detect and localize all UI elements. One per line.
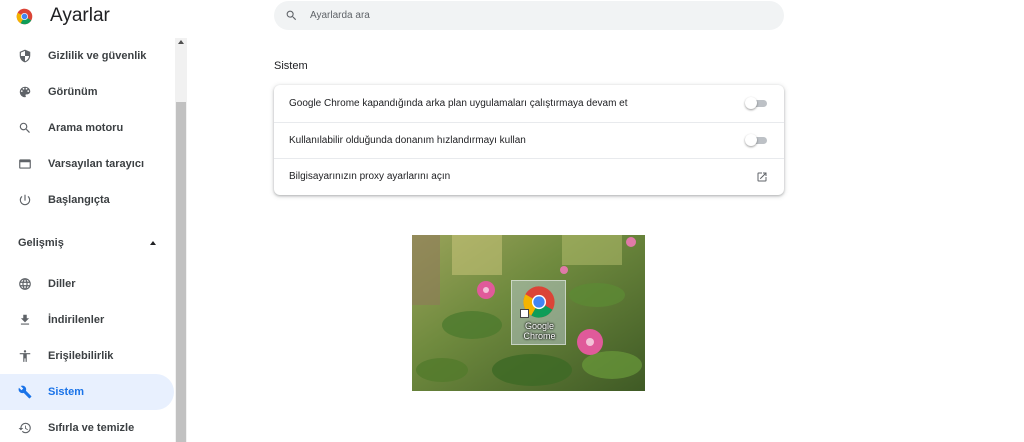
- sidebar-item-accessibility[interactable]: Erişilebilirlik: [0, 338, 174, 374]
- sidebar-item-default-browser[interactable]: Varsayılan tarayıcı: [0, 146, 174, 182]
- sidebar-item-downloads[interactable]: İndirilenler: [0, 302, 174, 338]
- desktop-icon-label-line1: Google: [524, 321, 555, 331]
- accessibility-icon: [18, 349, 32, 363]
- sidebar-item-appearance[interactable]: Görünüm: [0, 74, 174, 110]
- sidebar-item-languages[interactable]: Diller: [0, 266, 174, 302]
- caret-up-icon: [150, 240, 156, 245]
- history-icon: [18, 421, 32, 435]
- sidebar-item-label: Arama motoru: [48, 122, 124, 134]
- hardware-acceleration-toggle[interactable]: [745, 134, 767, 147]
- sidebar-section-label: Gelişmiş: [18, 236, 64, 249]
- sidebar-nav: Gizlilik ve güvenlik Görünüm Arama motor…: [0, 38, 174, 442]
- desktop-icon-label: Google Chrome: [512, 321, 567, 341]
- sidebar-item-label: Görünüm: [48, 86, 98, 98]
- search-input[interactable]: [310, 10, 750, 21]
- brand: Ayarlar: [16, 5, 110, 27]
- shortcut-arrow-icon: [520, 309, 529, 318]
- setting-row-background-apps[interactable]: Google Chrome kapandığında arka plan uyg…: [274, 85, 784, 122]
- sidebar-item-label: Varsayılan tarayıcı: [48, 158, 145, 170]
- sidebar-item-reset[interactable]: Sıfırla ve temizle: [0, 410, 174, 442]
- setting-row-proxy[interactable]: Bilgisayarınızın proxy ayarlarını açın: [274, 158, 784, 195]
- scrollbar-thumb[interactable]: [176, 102, 186, 442]
- system-settings-card: Google Chrome kapandığında arka plan uyg…: [274, 85, 784, 195]
- sidebar-item-label: Sistem: [48, 386, 85, 398]
- desktop-shortcut-chrome[interactable]: Google Chrome: [511, 280, 566, 345]
- wrench-icon: [18, 385, 32, 399]
- section-title: Sistem: [274, 60, 308, 72]
- sidebar-item-label: Sıfırla ve temizle: [48, 422, 135, 434]
- sidebar-item-label: Erişilebilirlik: [48, 350, 114, 362]
- browser-icon: [18, 157, 32, 171]
- shield-icon: [18, 49, 32, 63]
- power-icon: [18, 193, 32, 207]
- sidebar-item-label: Başlangıçta: [48, 194, 110, 206]
- setting-row-hardware-acceleration[interactable]: Kullanılabilir olduğunda donanım hızland…: [274, 121, 784, 159]
- toggle-knob: [745, 97, 757, 110]
- sidebar: Ayarlar Gizlilik ve güvenlik Görünüm Ara…: [0, 0, 188, 442]
- palette-icon: [18, 85, 32, 99]
- desktop-icon-label-line2: Chrome: [523, 331, 556, 341]
- sidebar-section-advanced[interactable]: Gelişmiş: [0, 218, 174, 266]
- search-icon: [286, 10, 297, 21]
- scroll-up-arrow-icon[interactable]: [178, 40, 184, 44]
- globe-icon: [18, 277, 32, 291]
- background-apps-toggle[interactable]: [745, 97, 767, 110]
- page-title: Ayarlar: [50, 5, 110, 26]
- download-icon: [18, 313, 32, 327]
- setting-label: Bilgisayarınızın proxy ayarlarını açın: [289, 171, 451, 183]
- sidebar-item-on-startup[interactable]: Başlangıçta: [0, 182, 174, 218]
- search-icon: [18, 121, 32, 135]
- sidebar-item-label: Gizlilik ve güvenlik: [48, 50, 147, 62]
- external-link-icon[interactable]: [756, 171, 768, 183]
- chrome-logo-icon: [16, 8, 33, 24]
- toggle-knob: [745, 134, 757, 147]
- sidebar-item-privacy[interactable]: Gizlilik ve güvenlik: [0, 38, 174, 74]
- setting-label: Kullanılabilir olduğunda donanım hızland…: [289, 134, 526, 146]
- sidebar-item-search-engine[interactable]: Arama motoru: [0, 110, 174, 146]
- sidebar-item-label: İndirilenler: [48, 314, 105, 326]
- setting-label: Google Chrome kapandığında arka plan uyg…: [289, 97, 628, 109]
- sidebar-item-system[interactable]: Sistem: [0, 374, 174, 410]
- sidebar-scrollbar[interactable]: [175, 38, 187, 442]
- search-bar[interactable]: [274, 1, 784, 30]
- desktop-preview-image: Google Chrome: [412, 235, 645, 391]
- sidebar-item-label: Diller: [48, 278, 76, 290]
